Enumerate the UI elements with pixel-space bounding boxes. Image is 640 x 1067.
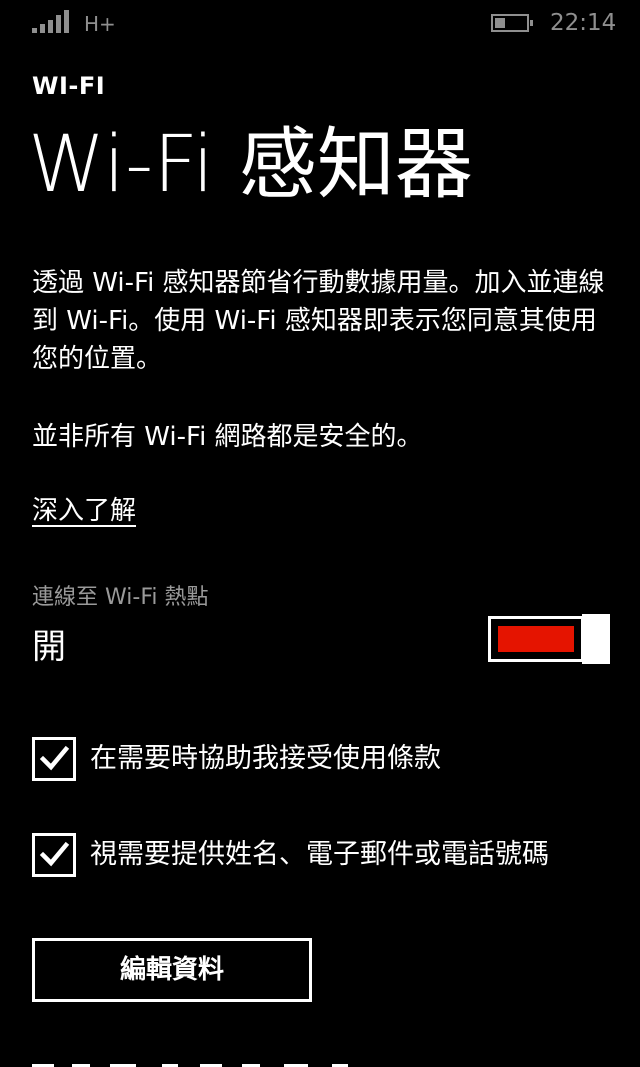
signal-strength-icon xyxy=(32,10,69,33)
clock: 22:14 xyxy=(550,10,617,36)
hotspot-toggle-switch[interactable] xyxy=(488,614,610,664)
cut-off-text xyxy=(32,1052,612,1067)
description-text: 透過 Wi-Fi 感知器節省行動數據用量。加入並連線到 Wi-Fi。使用 Wi-… xyxy=(32,268,605,374)
app-title: WI-FI xyxy=(32,72,106,100)
hotspot-toggle-state: 開 xyxy=(32,627,66,667)
accept-terms-checkbox-row[interactable]: 在需要時協助我接受使用條款 xyxy=(32,737,622,781)
battery-icon xyxy=(491,14,533,32)
page-title: Wi-Fi 感知器 xyxy=(28,120,473,210)
network-type-label: H+ xyxy=(84,12,116,36)
checkmark-icon xyxy=(39,841,70,867)
cut-off-text-fragment xyxy=(32,1064,348,1067)
checkmark-icon xyxy=(39,745,70,771)
security-warning-text: 並非所有 Wi-Fi 網路都是安全的。 xyxy=(32,422,423,452)
status-bar: H+ 22:14 xyxy=(0,0,640,46)
edit-info-button[interactable]: 編輯資料 xyxy=(32,938,312,1002)
learn-more-link[interactable]: 深入了解 xyxy=(32,492,136,530)
toggle-thumb[interactable] xyxy=(582,614,610,664)
toggle-fill xyxy=(498,626,574,652)
provide-info-checkbox[interactable] xyxy=(32,833,76,877)
provide-info-label: 視需要提供姓名、電子郵件或電話號碼 xyxy=(90,839,549,870)
toggle-track xyxy=(488,616,584,662)
hotspot-toggle-label: 連線至 Wi-Fi 熱點 xyxy=(32,585,209,610)
provide-info-checkbox-row[interactable]: 視需要提供姓名、電子郵件或電話號碼 xyxy=(32,833,622,877)
accept-terms-label: 在需要時協助我接受使用條款 xyxy=(90,743,441,774)
accept-terms-checkbox[interactable] xyxy=(32,737,76,781)
